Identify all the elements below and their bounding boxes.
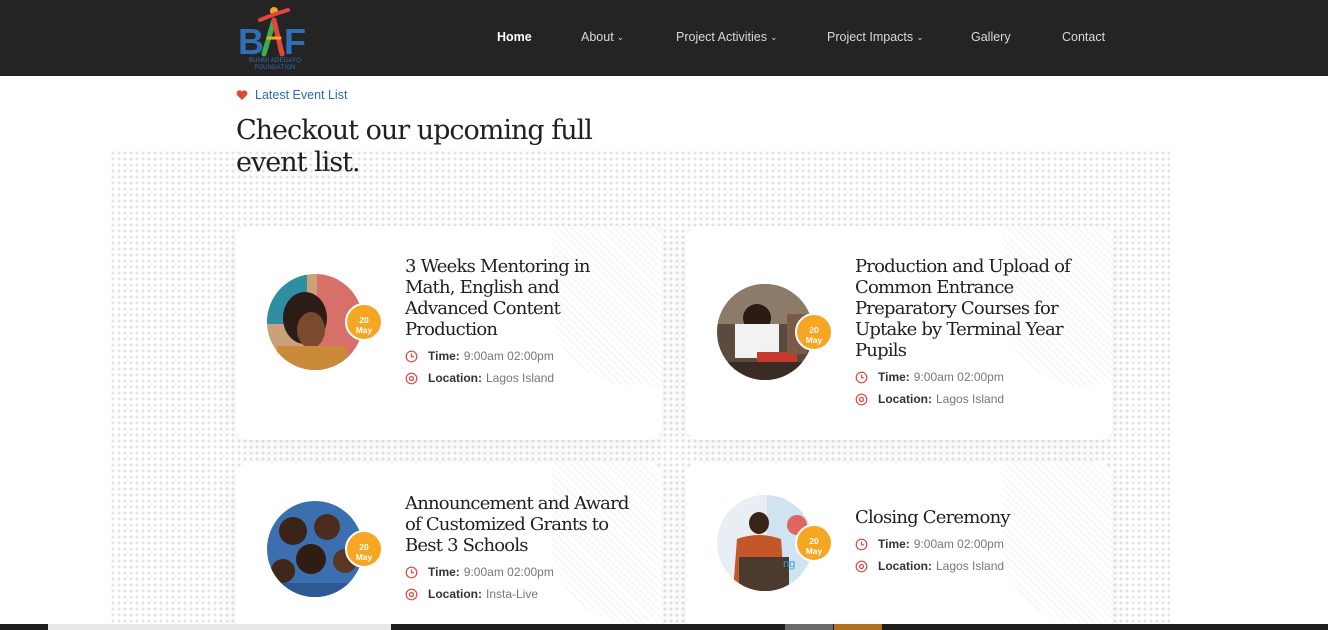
event-card[interactable]: 20 May Production and Upload of Common E… [686, 226, 1112, 440]
time-value: 9:00am 02:00pm [463, 349, 554, 363]
chevron-down-icon: ⌄ [616, 32, 625, 42]
date-day: 20 [359, 315, 369, 325]
next-section-edge [0, 624, 1328, 630]
location-label: Location: [878, 392, 932, 406]
time-label: Time: [878, 370, 910, 384]
location-value: Lagos Island [486, 371, 555, 385]
location-label: Location: [428, 371, 482, 385]
date-badge: 20 May [345, 303, 383, 341]
date-month: May [805, 335, 823, 345]
date-badge: 20 May [345, 530, 383, 568]
heart-icon [236, 90, 248, 100]
location-label: Location: [428, 587, 482, 601]
nav-project-activities-label: Project Activities [676, 30, 768, 44]
location-value: Lagos Island [936, 559, 1005, 573]
nav-gallery[interactable]: Gallery [971, 30, 1011, 44]
date-badge: 20 May [795, 313, 833, 351]
nav-contact-label: Contact [1062, 30, 1106, 44]
clock-icon [405, 566, 418, 578]
nav-contact[interactable]: Contact [1062, 30, 1105, 44]
svg-text:F: F [284, 21, 306, 62]
svg-text:B: B [238, 21, 264, 62]
date-month: May [355, 552, 373, 562]
clock-icon [855, 538, 868, 550]
nav-about-label: About [581, 30, 614, 44]
event-time: Time: 9:00am 02:00pm [855, 370, 1004, 384]
time-value: 9:00am 02:00pm [463, 565, 554, 579]
logo-subtext: BUNMI ADEDAYO FOUNDATION [248, 58, 302, 71]
time-label: Time: [878, 537, 910, 551]
event-time: Time: 9:00am 02:00pm [405, 349, 554, 363]
event-title[interactable]: 3 Weeks Mentoring in Math, English and A… [405, 256, 635, 340]
event-card[interactable]: 20 May Announcement and Award of Customi… [236, 463, 662, 630]
event-location: Location: Insta-Live [405, 587, 538, 601]
image-strip-segment [834, 624, 882, 630]
event-card[interactable]: ng 20 May Closing Ceremony Time: 9:00am … [686, 463, 1112, 630]
image-strip-segment [48, 624, 391, 630]
event-location: Location: Lagos Island [405, 371, 554, 385]
event-time: Time: 9:00am 02:00pm [405, 565, 554, 579]
location-value: Lagos Island [936, 392, 1005, 406]
time-label: Time: [428, 565, 460, 579]
time-label: Time: [428, 349, 460, 363]
map-pin-icon [405, 588, 418, 600]
date-day: 20 [359, 542, 369, 552]
event-title[interactable]: Closing Ceremony [855, 507, 1085, 528]
event-title[interactable]: Announcement and Award of Customized Gra… [405, 493, 635, 556]
section-title: Checkout our upcoming full event list. [236, 115, 593, 178]
date-badge: 20 May [795, 524, 833, 562]
event-card[interactable]: 20 May 3 Weeks Mentoring in Math, Englis… [236, 226, 662, 440]
nav-home-label: Home [497, 30, 532, 44]
logo-mark-icon: B F [238, 7, 306, 62]
location-label: Location: [878, 559, 932, 573]
event-title[interactable]: Production and Upload of Common Entrance… [855, 256, 1085, 361]
nav-project-activities[interactable]: Project Activities ⌄ [676, 30, 778, 44]
time-value: 9:00am 02:00pm [913, 537, 1004, 551]
event-location: Location: Lagos Island [855, 392, 1004, 406]
chevron-down-icon: ⌄ [770, 32, 778, 42]
image-strip-segment [785, 624, 833, 630]
date-month: May [805, 546, 823, 556]
date-day: 20 [809, 325, 819, 335]
event-time: Time: 9:00am 02:00pm [855, 537, 1004, 551]
svg-text:ng: ng [783, 558, 795, 570]
date-month: May [355, 325, 373, 335]
site-header: B F BUNMI ADEDAYO FOUNDATION Home About ⌄… [0, 0, 1328, 76]
time-value: 9:00am 02:00pm [913, 370, 1004, 384]
location-value: Insta-Live [486, 587, 539, 601]
date-day: 20 [809, 536, 819, 546]
section-subtitle-text: Latest Event List [255, 88, 348, 102]
clock-icon [855, 371, 868, 383]
nav-project-impacts[interactable]: Project Impacts ⌄ [827, 30, 924, 44]
map-pin-icon [855, 560, 868, 572]
clock-icon [405, 350, 418, 362]
map-pin-icon [405, 372, 418, 384]
card-decoration [1002, 463, 1112, 623]
nav-home[interactable]: Home [497, 30, 532, 44]
nav-about[interactable]: About ⌄ [581, 30, 624, 44]
event-location: Location: Lagos Island [855, 559, 1004, 573]
map-pin-icon [855, 393, 868, 405]
section-subtitle: Latest Event List [236, 88, 347, 102]
nav-gallery-label: Gallery [971, 30, 1011, 44]
chevron-down-icon: ⌄ [916, 32, 924, 42]
nav-project-impacts-label: Project Impacts [827, 30, 914, 44]
